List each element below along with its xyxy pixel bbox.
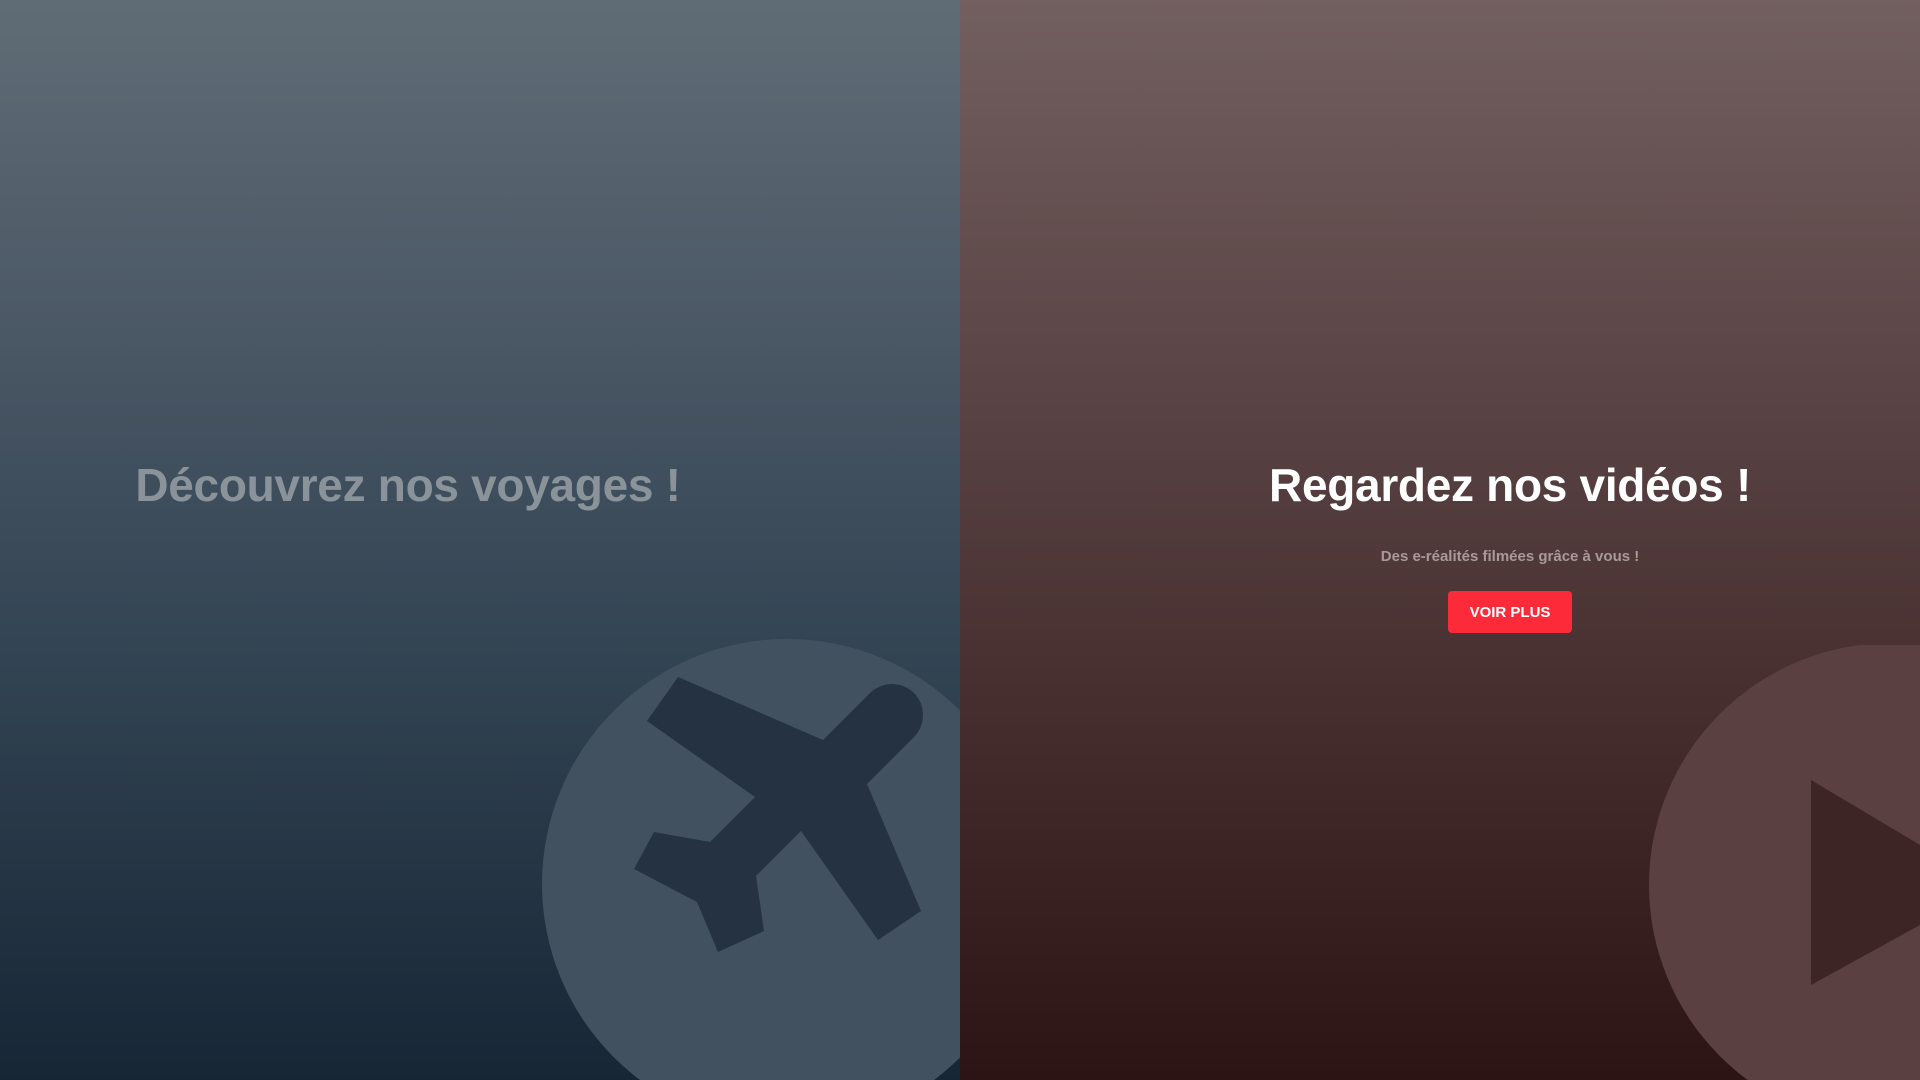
play-circle-icon (1649, 645, 1920, 1080)
airplane-icon (542, 639, 960, 1080)
voyages-title: Découvrez nos voyages ! (135, 459, 681, 511)
videos-subtitle: Des e-réalités filmées grâce à vous ! (1380, 548, 1640, 565)
videos-title: Regardez nos vidéos ! (1269, 459, 1751, 511)
split-hero: Découvrez nos voyages ! Regardez nos vid… (0, 0, 1920, 1080)
voir-plus-button[interactable]: VOIR PLUS (1448, 591, 1572, 633)
